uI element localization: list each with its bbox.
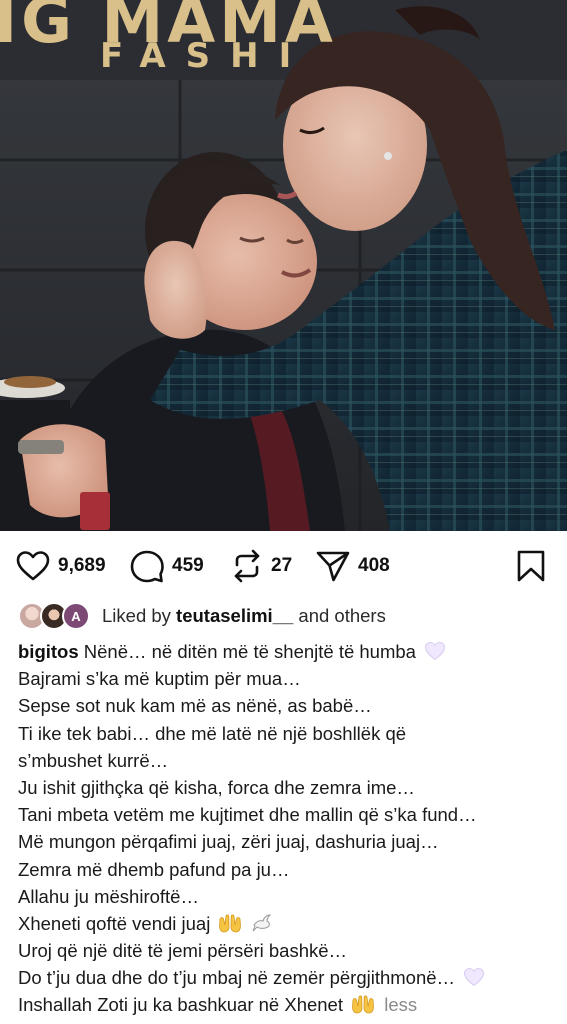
avatar: A (62, 602, 90, 630)
comment-button[interactable]: 459 (130, 549, 204, 583)
comment-count: 459 (172, 555, 204, 576)
send-paper-plane-icon (316, 550, 350, 582)
caption-text: Do t’ju dua dhe do t’ju mbaj në zemër pë… (18, 967, 456, 989)
open-hands-icon (351, 994, 375, 1021)
bookmark-icon (516, 550, 546, 582)
liked-by-row[interactable]: A Liked by teutaselimi__ and others (18, 602, 386, 630)
liked-by-username[interactable]: teutaselimi__ (176, 605, 293, 626)
open-hands-icon (218, 913, 242, 940)
caption-text: Xheneti qoftë vendi juaj (18, 912, 211, 934)
repost-count: 27 (271, 555, 293, 576)
share-count: 408 (358, 555, 390, 576)
heart-icon (16, 550, 50, 582)
caption-line: Inshallah Zoti ju ka bashkuar në Xhenet … (18, 991, 558, 1018)
comment-bubble-icon (130, 550, 164, 583)
share-button[interactable]: 408 (316, 549, 390, 583)
caption-username[interactable]: bigitos (18, 641, 79, 662)
repost-button[interactable]: 27 (231, 549, 292, 583)
caption-line: Ju ishit gjithçka që kisha, forca dhe ze… (18, 776, 415, 798)
less-link[interactable]: less (384, 994, 417, 1015)
white-heart-icon (463, 967, 485, 994)
save-button[interactable] (516, 549, 546, 583)
caption-line: Ti ike tek babi… dhe më latë në një bosh… (18, 722, 407, 744)
dove-icon (251, 913, 273, 940)
post-caption: bigitos Nënë… në ditën më të shenjtë të … (18, 638, 558, 1019)
like-count: 9,689 (58, 555, 106, 576)
caption-line: s’mbushet kurrë… (18, 749, 169, 771)
caption-line: bigitos Nënë… në ditën më të shenjtë të … (18, 638, 558, 665)
liked-by-avatars: A (18, 602, 98, 630)
caption-line: Bajrami s’ka më kuptim për mua… (18, 668, 301, 690)
caption-line: Tani mbeta vetëm me kujtimet dhe mallin … (18, 804, 477, 826)
caption-line: Sepse sot nuk kam më as nënë, as babë… (18, 695, 372, 717)
caption-line: Allahu ju mëshiroftë… (18, 885, 199, 907)
caption-line: Do t’ju dua dhe do t’ju mbaj në zemër pë… (18, 964, 558, 991)
caption-line: Uroj që një ditë të jemi përsëri bashkë… (18, 940, 348, 962)
post-photo[interactable]: IG MAMA FASHI (0, 0, 567, 531)
caption-text: Nënë… në ditën më të shenjtë të humba (78, 641, 416, 662)
liked-by-text: Liked by teutaselimi__ and others (102, 605, 386, 626)
caption-line: Më mungon përqafimi juaj, zëri juaj, das… (18, 831, 439, 853)
white-heart-icon (424, 641, 446, 668)
store-sign-bottom: FASHI (100, 36, 312, 76)
caption-line: Xheneti qoftë vendi juaj (18, 910, 558, 937)
caption-text: Inshallah Zoti ju ka bashkuar në Xhenet (18, 994, 343, 1016)
photo-illustration (0, 0, 567, 531)
repost-arrows-icon (231, 549, 263, 583)
caption-line: Zemra më dhemb pafund pa ju… (18, 858, 290, 880)
like-button[interactable]: 9,689 (16, 549, 106, 583)
post-actions-bar: 9,689 459 27 408 (0, 531, 567, 599)
